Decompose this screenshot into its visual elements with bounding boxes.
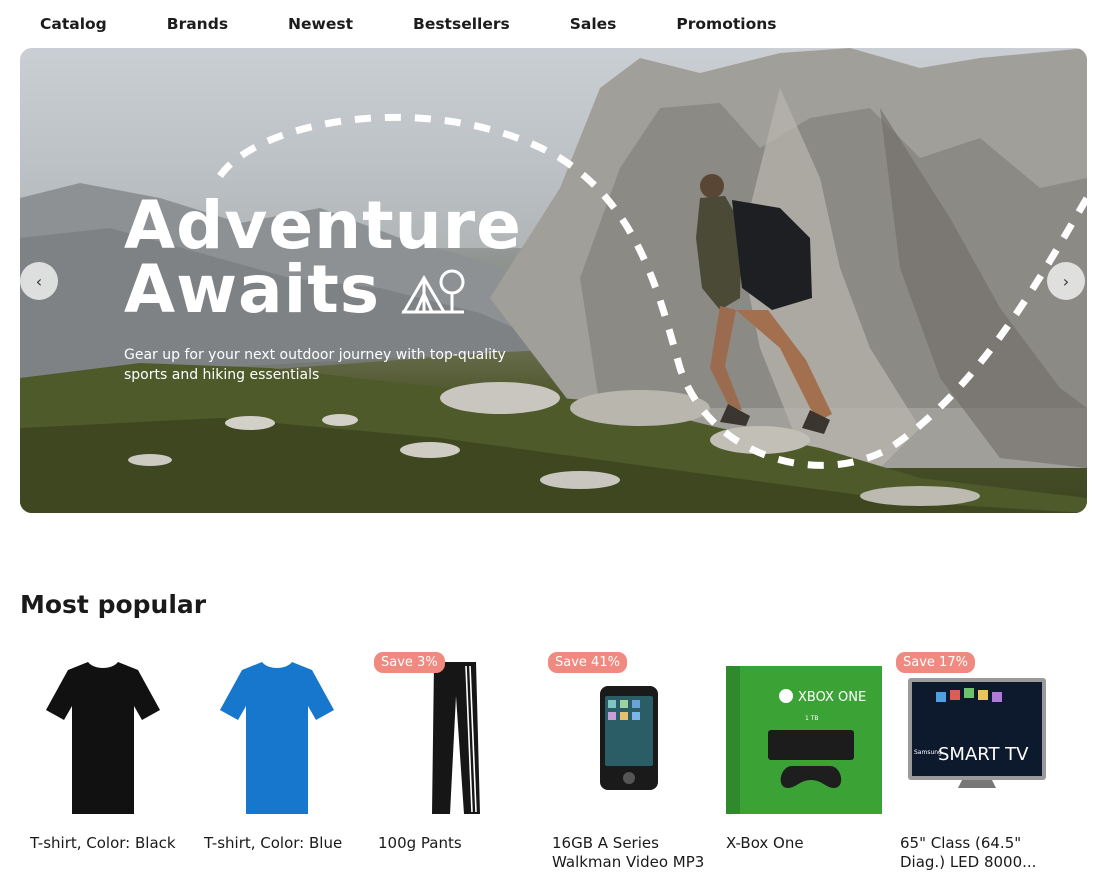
nav-catalog[interactable]: Catalog [20,15,107,33]
nav-brands[interactable]: Brands [147,15,228,33]
discount-badge: Save 3% [374,652,445,673]
chevron-left-icon: ‹ [35,271,43,291]
nav-promotions[interactable]: Promotions [656,15,776,33]
product-card[interactable]: T-shirt, Color: Black [20,648,186,880]
product-card[interactable]: Save 3% 100g Pants [368,648,534,880]
product-card[interactable]: T-shirt, Color: Blue [194,648,360,880]
product-name[interactable]: 16GB A Series Walkman Video MP3 [552,834,712,872]
product-image-pants [432,662,480,814]
product-image-walkman [600,686,658,790]
product-name[interactable]: X-Box One [726,834,886,853]
product-name[interactable]: 65" Class (64.5" Diag.) LED 8000... [900,834,1060,872]
product-image-xbox-one: XBOX ONE 1 TB [726,666,882,814]
product-card[interactable]: Save 17% Samsung SMART TV 65" Class (64.… [890,648,1056,880]
hero-subtitle: Gear up for your next outdoor journey wi… [124,347,506,383]
carousel-next-button[interactable]: › [1047,262,1085,300]
product-name[interactable]: 100g Pants [378,834,538,853]
section-title: Most popular [20,590,207,619]
product-name[interactable]: T-shirt, Color: Black [30,834,190,853]
product-image-blue-tshirt [220,662,334,814]
discount-badge: Save 41% [548,652,627,673]
discount-badge: Save 17% [896,652,975,673]
product-card[interactable]: XBOX ONE 1 TB X-Box One [716,648,882,880]
nav-sales[interactable]: Sales [550,15,617,33]
product-card[interactable]: Save 41% 16GB A Series Walkman Video MP3 [542,648,708,880]
tent-tree-icon [401,269,465,314]
hero-title-line1: Adventure [124,187,522,264]
nav-newest[interactable]: Newest [268,15,353,33]
xbox-logo-text: XBOX ONE [798,690,866,705]
top-navigation: Catalog Brands Newest Bestsellers Sales … [20,0,777,48]
chevron-right-icon: › [1062,271,1070,291]
carousel-prev-button[interactable]: ‹ [20,262,58,300]
xbox-capacity-text: 1 TB [805,715,819,722]
product-image-black-tshirt [46,662,160,814]
hero-banner[interactable]: Adventure Awaits Gear up for your next o… [20,48,1087,513]
product-list: T-shirt, Color: Black T-shirt, Color: Bl… [20,648,1100,880]
tv-logo-text: SMART TV [938,744,1029,765]
nav-bestsellers[interactable]: Bestsellers [393,15,510,33]
product-name[interactable]: T-shirt, Color: Blue [204,834,364,853]
product-image-smart-tv: Samsung SMART TV [908,678,1046,788]
